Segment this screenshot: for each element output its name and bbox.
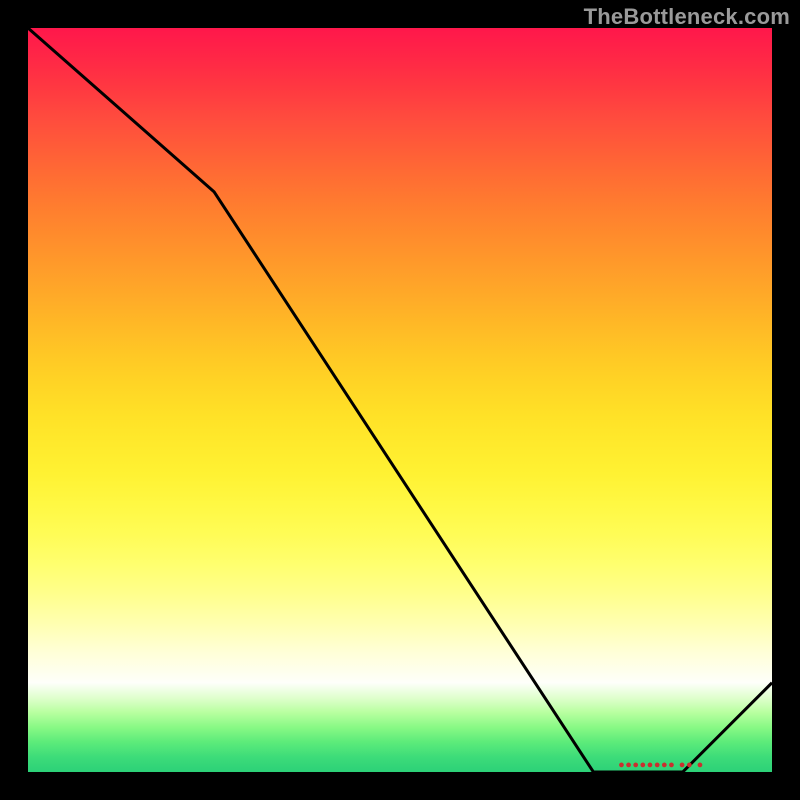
- watermark: TheBottleneck.com: [584, 4, 790, 30]
- plot-area: ●●●●●●●● ●● ●: [28, 28, 772, 772]
- primary-curve: [28, 28, 772, 772]
- chart-svg: ●●●●●●●● ●● ●: [28, 28, 772, 772]
- curve-marker: ●●●●●●●● ●● ●: [618, 759, 704, 771]
- chart-container: ●●●●●●●● ●● ● TheBottleneck.com: [0, 0, 800, 800]
